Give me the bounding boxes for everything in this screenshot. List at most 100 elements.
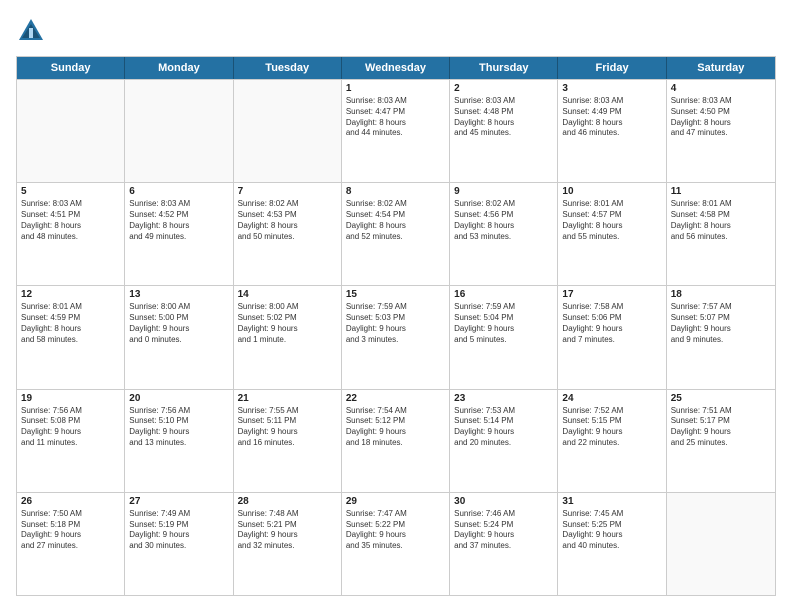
logo bbox=[16, 16, 50, 46]
day-number: 30 bbox=[454, 496, 553, 507]
calendar-row-3: 12 Sunrise: 8:01 AM Sunset: 4:59 PM Dayli… bbox=[17, 285, 775, 388]
cell-content: Sunrise: 7:59 AM Sunset: 5:03 PM Dayligh… bbox=[346, 302, 445, 345]
calendar-body: 1 Sunrise: 8:03 AM Sunset: 4:47 PM Daylig… bbox=[17, 79, 775, 595]
day-number: 4 bbox=[671, 83, 771, 94]
weekday-header-thursday: Thursday bbox=[450, 57, 558, 79]
calendar-cell: 21Sunrise: 7:55 AM Sunset: 5:11 PM Dayli… bbox=[234, 390, 342, 492]
calendar-cell: 29 Sunrise: 7:47 AM Sunset: 5:22 PM Dayli… bbox=[342, 493, 450, 595]
calendar-row-2: 5Sunrise: 8:03 AM Sunset: 4:51 PM Daylig… bbox=[17, 182, 775, 285]
calendar-cell: 31 Sunrise: 7:45 AM Sunset: 5:25 PM Dayli… bbox=[558, 493, 666, 595]
day-number: 15 bbox=[346, 289, 445, 300]
weekday-header-sunday: Sunday bbox=[17, 57, 125, 79]
day-number: 19 bbox=[21, 393, 120, 404]
calendar-cell: 28Sunrise: 7:48 AM Sunset: 5:21 PM Dayli… bbox=[234, 493, 342, 595]
day-number: 25 bbox=[671, 393, 771, 404]
cell-content: Sunrise: 7:54 AM Sunset: 5:12 PM Dayligh… bbox=[346, 406, 445, 449]
calendar-cell: 16 Sunrise: 7:59 AM Sunset: 5:04 PM Dayli… bbox=[450, 286, 558, 388]
day-number: 8 bbox=[346, 186, 445, 197]
calendar-cell: 19 Sunrise: 7:56 AM Sunset: 5:08 PM Dayli… bbox=[17, 390, 125, 492]
cell-content: Sunrise: 8:00 AM Sunset: 5:02 PM Dayligh… bbox=[238, 302, 337, 345]
cell-content: Sunrise: 7:51 AM Sunset: 5:17 PM Dayligh… bbox=[671, 406, 771, 449]
cell-content: Sunrise: 8:03 AM Sunset: 4:50 PM Dayligh… bbox=[671, 96, 771, 139]
calendar-cell: 14 Sunrise: 8:00 AM Sunset: 5:02 PM Dayli… bbox=[234, 286, 342, 388]
calendar-cell: 11 Sunrise: 8:01 AM Sunset: 4:58 PM Dayli… bbox=[667, 183, 775, 285]
calendar: SundayMondayTuesdayWednesdayThursdayFrid… bbox=[16, 56, 776, 596]
calendar-row-5: 26 Sunrise: 7:50 AM Sunset: 5:18 PM Dayli… bbox=[17, 492, 775, 595]
cell-content: Sunrise: 8:03 AM Sunset: 4:47 PM Dayligh… bbox=[346, 96, 445, 139]
calendar-cell: 27Sunrise: 7:49 AM Sunset: 5:19 PM Dayli… bbox=[125, 493, 233, 595]
day-number: 20 bbox=[129, 393, 228, 404]
cell-content: Sunrise: 7:47 AM Sunset: 5:22 PM Dayligh… bbox=[346, 509, 445, 552]
header bbox=[16, 16, 776, 46]
cell-content: Sunrise: 7:57 AM Sunset: 5:07 PM Dayligh… bbox=[671, 302, 771, 345]
calendar-cell bbox=[125, 80, 233, 182]
calendar-cell: 26 Sunrise: 7:50 AM Sunset: 5:18 PM Dayli… bbox=[17, 493, 125, 595]
calendar-cell: 12 Sunrise: 8:01 AM Sunset: 4:59 PM Dayli… bbox=[17, 286, 125, 388]
cell-content: Sunrise: 7:50 AM Sunset: 5:18 PM Dayligh… bbox=[21, 509, 120, 552]
cell-content: Sunrise: 7:53 AM Sunset: 5:14 PM Dayligh… bbox=[454, 406, 553, 449]
day-number: 12 bbox=[21, 289, 120, 300]
cell-content: Sunrise: 8:02 AM Sunset: 4:54 PM Dayligh… bbox=[346, 199, 445, 242]
day-number: 2 bbox=[454, 83, 553, 94]
day-number: 22 bbox=[346, 393, 445, 404]
weekday-header-friday: Friday bbox=[558, 57, 666, 79]
day-number: 23 bbox=[454, 393, 553, 404]
calendar-cell: 4 Sunrise: 8:03 AM Sunset: 4:50 PM Daylig… bbox=[667, 80, 775, 182]
day-number: 6 bbox=[129, 186, 228, 197]
cell-content: Sunrise: 8:03 AM Sunset: 4:48 PM Dayligh… bbox=[454, 96, 553, 139]
day-number: 16 bbox=[454, 289, 553, 300]
day-number: 29 bbox=[346, 496, 445, 507]
day-number: 17 bbox=[562, 289, 661, 300]
calendar-cell: 3 Sunrise: 8:03 AM Sunset: 4:49 PM Daylig… bbox=[558, 80, 666, 182]
calendar-cell: 13 Sunrise: 8:00 AM Sunset: 5:00 PM Dayli… bbox=[125, 286, 233, 388]
calendar-row-4: 19 Sunrise: 7:56 AM Sunset: 5:08 PM Dayli… bbox=[17, 389, 775, 492]
calendar-cell: 2 Sunrise: 8:03 AM Sunset: 4:48 PM Daylig… bbox=[450, 80, 558, 182]
calendar-cell: 30 Sunrise: 7:46 AM Sunset: 5:24 PM Dayli… bbox=[450, 493, 558, 595]
day-number: 13 bbox=[129, 289, 228, 300]
day-number: 24 bbox=[562, 393, 661, 404]
calendar-row-1: 1 Sunrise: 8:03 AM Sunset: 4:47 PM Daylig… bbox=[17, 79, 775, 182]
cell-content: Sunrise: 8:03 AM Sunset: 4:49 PM Dayligh… bbox=[562, 96, 661, 139]
calendar-cell: 6 Sunrise: 8:03 AM Sunset: 4:52 PM Daylig… bbox=[125, 183, 233, 285]
cell-content: Sunrise: 7:55 AM Sunset: 5:11 PM Dayligh… bbox=[238, 406, 337, 449]
calendar-cell bbox=[667, 493, 775, 595]
calendar-cell: 22 Sunrise: 7:54 AM Sunset: 5:12 PM Dayli… bbox=[342, 390, 450, 492]
day-number: 3 bbox=[562, 83, 661, 94]
cell-content: Sunrise: 8:01 AM Sunset: 4:59 PM Dayligh… bbox=[21, 302, 120, 345]
calendar-cell: 8 Sunrise: 8:02 AM Sunset: 4:54 PM Daylig… bbox=[342, 183, 450, 285]
calendar-cell: 7Sunrise: 8:02 AM Sunset: 4:53 PM Daylig… bbox=[234, 183, 342, 285]
calendar-cell: 23 Sunrise: 7:53 AM Sunset: 5:14 PM Dayli… bbox=[450, 390, 558, 492]
weekday-header-saturday: Saturday bbox=[667, 57, 775, 79]
weekday-header-tuesday: Tuesday bbox=[234, 57, 342, 79]
day-number: 1 bbox=[346, 83, 445, 94]
calendar-header: SundayMondayTuesdayWednesdayThursdayFrid… bbox=[17, 57, 775, 79]
day-number: 18 bbox=[671, 289, 771, 300]
day-number: 26 bbox=[21, 496, 120, 507]
calendar-cell bbox=[234, 80, 342, 182]
logo-icon bbox=[16, 16, 46, 46]
calendar-cell: 20Sunrise: 7:56 AM Sunset: 5:10 PM Dayli… bbox=[125, 390, 233, 492]
cell-content: Sunrise: 7:58 AM Sunset: 5:06 PM Dayligh… bbox=[562, 302, 661, 345]
weekday-header-monday: Monday bbox=[125, 57, 233, 79]
calendar-cell bbox=[17, 80, 125, 182]
day-number: 11 bbox=[671, 186, 771, 197]
cell-content: Sunrise: 8:00 AM Sunset: 5:00 PM Dayligh… bbox=[129, 302, 228, 345]
calendar-cell: 1 Sunrise: 8:03 AM Sunset: 4:47 PM Daylig… bbox=[342, 80, 450, 182]
day-number: 10 bbox=[562, 186, 661, 197]
day-number: 31 bbox=[562, 496, 661, 507]
calendar-cell: 18 Sunrise: 7:57 AM Sunset: 5:07 PM Dayli… bbox=[667, 286, 775, 388]
day-number: 9 bbox=[454, 186, 553, 197]
weekday-header-wednesday: Wednesday bbox=[342, 57, 450, 79]
cell-content: Sunrise: 7:46 AM Sunset: 5:24 PM Dayligh… bbox=[454, 509, 553, 552]
cell-content: Sunrise: 7:56 AM Sunset: 5:08 PM Dayligh… bbox=[21, 406, 120, 449]
cell-content: Sunrise: 8:01 AM Sunset: 4:57 PM Dayligh… bbox=[562, 199, 661, 242]
calendar-cell: 5Sunrise: 8:03 AM Sunset: 4:51 PM Daylig… bbox=[17, 183, 125, 285]
cell-content: Sunrise: 8:03 AM Sunset: 4:52 PM Dayligh… bbox=[129, 199, 228, 242]
calendar-cell: 24Sunrise: 7:52 AM Sunset: 5:15 PM Dayli… bbox=[558, 390, 666, 492]
day-number: 14 bbox=[238, 289, 337, 300]
day-number: 7 bbox=[238, 186, 337, 197]
cell-content: Sunrise: 8:01 AM Sunset: 4:58 PM Dayligh… bbox=[671, 199, 771, 242]
cell-content: Sunrise: 7:45 AM Sunset: 5:25 PM Dayligh… bbox=[562, 509, 661, 552]
calendar-cell: 9Sunrise: 8:02 AM Sunset: 4:56 PM Daylig… bbox=[450, 183, 558, 285]
cell-content: Sunrise: 7:59 AM Sunset: 5:04 PM Dayligh… bbox=[454, 302, 553, 345]
